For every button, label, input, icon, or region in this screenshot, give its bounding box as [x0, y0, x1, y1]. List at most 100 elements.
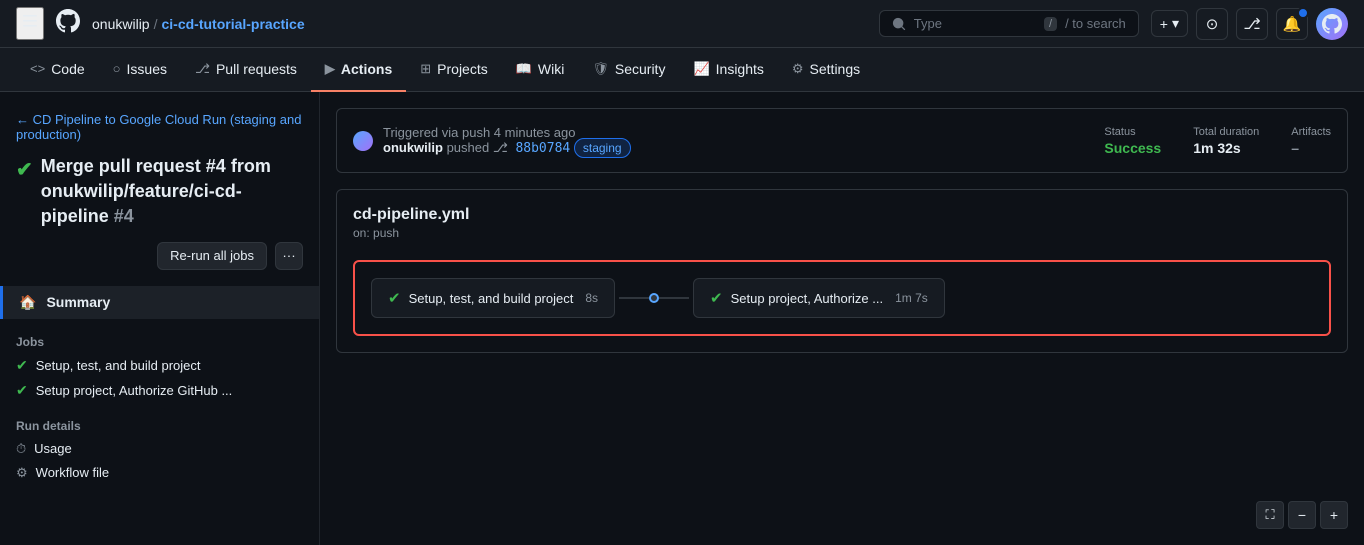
main-area: ← CD Pipeline to Google Cloud Run (stagi…	[0, 92, 1364, 545]
fullscreen-icon: ⛶	[1265, 507, 1274, 523]
code-icon: <>	[30, 61, 45, 76]
success-check-icon: ✔	[16, 156, 33, 184]
nav-label-pullrequests: Pull requests	[216, 61, 297, 77]
settings-icon: ⚙	[792, 61, 804, 77]
node2-time: 1m 7s	[895, 291, 928, 305]
summary-label: Summary	[46, 294, 110, 310]
sidebar: ← CD Pipeline to Google Cloud Run (stagi…	[0, 92, 320, 545]
status-label: Status	[1104, 126, 1161, 138]
create-button[interactable]: + ▾	[1151, 10, 1188, 37]
node2-check-icon: ✔	[710, 289, 723, 307]
summary-item[interactable]: 🏠 Summary	[0, 286, 319, 319]
run-title: ✔ Merge pull request #4 from onukwilip/f…	[16, 154, 303, 230]
push-text: pushed	[447, 140, 493, 155]
trigger-commit[interactable]: 88b0784	[515, 141, 570, 156]
search-text: Type	[914, 16, 942, 31]
artifacts-value: –	[1291, 140, 1331, 156]
nav-item-pullrequests[interactable]: ⎇ Pull requests	[181, 48, 311, 92]
pullrequest-icon-button[interactable]: ⎇	[1236, 8, 1268, 40]
zoom-out-button[interactable]: −	[1288, 501, 1316, 529]
nav-label-insights: Insights	[716, 61, 764, 77]
search-bar[interactable]: Type / / to search	[879, 10, 1139, 37]
duration-stat: Total duration 1m 32s	[1193, 126, 1259, 156]
usage-item[interactable]: ⏱ Usage	[0, 437, 319, 461]
notifications-button[interactable]: 🔔	[1276, 8, 1308, 40]
node1-label: Setup, test, and build project	[409, 291, 574, 306]
status-value: Success	[1104, 140, 1161, 156]
workflow-filename: cd-pipeline.yml	[353, 206, 1331, 224]
back-link[interactable]: ← CD Pipeline to Google Cloud Run (stagi…	[0, 108, 319, 154]
nav-label-actions: Actions	[341, 61, 392, 77]
flow-connector	[615, 293, 693, 303]
actions-icon: ▶	[325, 61, 335, 77]
nav-item-security[interactable]: 🛡 Security	[578, 48, 679, 92]
run-title-area: ✔ Merge pull request #4 from onukwilip/f…	[0, 154, 319, 286]
nav-item-issues[interactable]: ○ Issues	[99, 48, 181, 92]
workflow-trigger: on: push	[353, 226, 1331, 240]
zoom-out-icon: −	[1298, 507, 1306, 523]
security-icon: 🛡	[592, 61, 609, 77]
job2-label: Setup project, Authorize GitHub ...	[36, 383, 233, 398]
pullrequest-icon: ⎇	[195, 61, 210, 77]
more-options-button[interactable]: ···	[275, 242, 303, 270]
artifacts-label: Artifacts	[1291, 126, 1331, 138]
node1-time: 8s	[585, 291, 598, 305]
topbar: onukwilip / ci-cd-tutorial-practice Type…	[0, 0, 1364, 48]
nav-label-wiki: Wiki	[538, 61, 564, 77]
run-details-section-label: Run details	[0, 403, 319, 437]
flow-diagram: ✔ Setup, test, and build project 8s ✔ Se…	[353, 260, 1331, 336]
trigger-info-box: Triggered via push 4 minutes ago onukwil…	[336, 108, 1348, 173]
zoom-in-button[interactable]: +	[1320, 501, 1348, 529]
run-title-text: Merge pull request #4 from onukwilip/fea…	[41, 154, 303, 230]
breadcrumb-repo[interactable]: ci-cd-tutorial-practice	[161, 16, 304, 32]
zoom-in-icon: +	[1330, 507, 1338, 523]
insights-icon: 📈	[693, 61, 709, 77]
duration-label: Total duration	[1193, 126, 1259, 138]
avatar[interactable]	[1316, 8, 1348, 40]
wiki-icon: 📖	[516, 61, 532, 77]
nav-label-projects: Projects	[437, 61, 488, 77]
artifacts-stat: Artifacts –	[1291, 126, 1331, 156]
jobs-section-label: Jobs	[0, 327, 319, 353]
trigger-text: Triggered via push 4 minutes ago onukwil…	[383, 125, 631, 156]
chevron-icon: ▾	[1172, 15, 1179, 32]
flow-line-right	[659, 297, 689, 299]
flow-node-2[interactable]: ✔ Setup project, Authorize ... 1m 7s	[693, 278, 945, 318]
job1-check-icon: ✔	[16, 357, 28, 374]
github-logo[interactable]	[56, 9, 80, 39]
zoom-controls: ⛶ − +	[1256, 501, 1348, 529]
duration-value: 1m 32s	[1193, 140, 1259, 156]
fullscreen-button[interactable]: ⛶	[1256, 501, 1284, 529]
usage-label: Usage	[34, 441, 72, 456]
home-icon: 🏠	[19, 294, 36, 311]
issues-icon-button[interactable]: ⊙	[1196, 8, 1228, 40]
flow-node-1[interactable]: ✔ Setup, test, and build project 8s	[371, 278, 615, 318]
usage-icon: ⏱	[16, 441, 26, 457]
nav-label-code: Code	[51, 61, 84, 77]
nav-item-wiki[interactable]: 📖 Wiki	[502, 48, 579, 92]
nav-item-settings[interactable]: ⚙ Settings	[778, 48, 874, 92]
workflow-file-item[interactable]: ⚙ Workflow file	[0, 461, 319, 485]
trigger-main: Triggered via push 4 minutes ago onukwil…	[353, 125, 1072, 156]
projects-icon: ⊞	[420, 61, 431, 77]
nav-item-actions[interactable]: ▶ Actions	[311, 48, 406, 92]
topbar-icons: + ▾ ⊙ ⎇ 🔔	[1151, 8, 1348, 40]
job-item-1[interactable]: ✔ Setup, test, and build project	[0, 353, 319, 378]
rerun-button[interactable]: Re-run all jobs	[157, 242, 267, 270]
nav-item-projects[interactable]: ⊞ Projects	[406, 48, 501, 92]
nav-label-settings: Settings	[810, 61, 861, 77]
trigger-user-avatar	[353, 131, 373, 151]
status-stat: Status Success	[1104, 126, 1161, 156]
workflow-box: cd-pipeline.yml on: push ✔ Setup, test, …	[336, 189, 1348, 353]
node1-check-icon: ✔	[388, 289, 401, 307]
hamburger-button[interactable]	[16, 7, 44, 40]
nav-item-insights[interactable]: 📈 Insights	[679, 48, 777, 92]
nav-item-code[interactable]: <> Code	[16, 48, 99, 92]
triggered-text: Triggered via push 4 minutes ago	[383, 125, 575, 140]
job-item-2[interactable]: ✔ Setup project, Authorize GitHub ...	[0, 378, 319, 403]
nav-label-issues: Issues	[127, 61, 167, 77]
breadcrumb: onukwilip / ci-cd-tutorial-practice	[92, 16, 305, 32]
nav-label-security: Security	[615, 61, 666, 77]
workflow-file-label: Workflow file	[36, 465, 109, 480]
breadcrumb-user[interactable]: onukwilip	[92, 16, 150, 32]
